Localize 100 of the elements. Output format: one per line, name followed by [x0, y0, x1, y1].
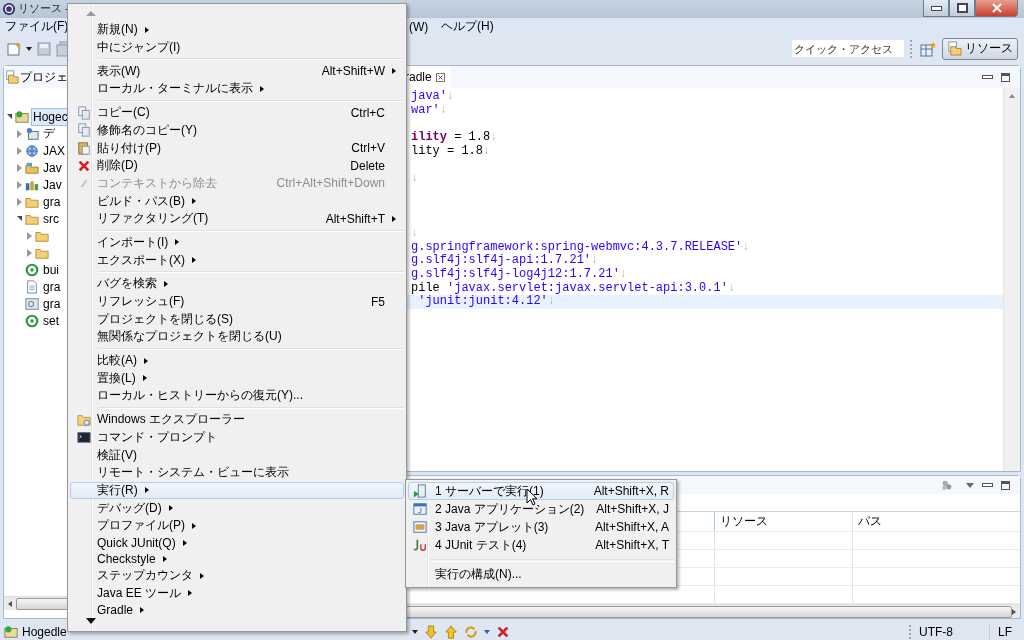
tree-item[interactable]: set	[41, 311, 61, 330]
menu-item[interactable]: リフレッシュ(F) F5	[70, 292, 404, 311]
project-icon	[4, 624, 18, 639]
close-icon[interactable]	[435, 72, 445, 82]
settings-file-icon	[25, 296, 39, 311]
menu-item[interactable]: 3 Java アプレット(3) Alt+Shift+X, A	[408, 518, 674, 536]
view-tab[interactable]: プロジェ	[20, 68, 68, 86]
menu-item[interactable]: 削除(D) Delete	[70, 156, 404, 175]
view-menu-icon[interactable]	[966, 482, 974, 488]
tree-item[interactable]: gra	[41, 277, 63, 296]
down-arrow-icon[interactable]	[424, 624, 438, 639]
tree-item[interactable]: デ	[41, 123, 57, 144]
code-line: ↓	[411, 225, 419, 240]
delete-icon	[77, 158, 91, 173]
menu-item[interactable]: コマンド・プロンプト	[70, 428, 404, 447]
menu-item[interactable]: ローカル・ヒストリーからの復元(Y)...	[70, 387, 404, 405]
menu-item[interactable]: 中にジャンプ(I)	[70, 38, 404, 57]
menu-item[interactable]: プロファイル(P)	[70, 516, 404, 535]
code-line: java'↓	[411, 89, 455, 103]
copy-icon	[77, 105, 91, 120]
menu-item[interactable]: 修飾名のコピー(Y)	[70, 121, 404, 140]
sync-icon[interactable]	[464, 624, 478, 639]
menu-item[interactable]: ステップカウンタ	[70, 566, 404, 585]
perspective-button[interactable]: リソース	[942, 37, 1018, 60]
menu-item[interactable]: Checkstyle	[70, 550, 404, 567]
package-folder-icon	[25, 160, 39, 175]
menu-item[interactable]: デバッグ(D)	[70, 499, 404, 517]
server-run-icon	[413, 484, 427, 498]
close-button[interactable]	[975, 0, 1018, 17]
tree-item[interactable]: gra	[41, 192, 63, 211]
maximize-view-icon[interactable]	[1001, 480, 1010, 490]
code-line: lity = 1.8↓	[411, 143, 491, 158]
menu-item[interactable]: 新規(N)	[70, 21, 404, 39]
maximize-view-icon[interactable]	[1001, 72, 1010, 82]
menu-item[interactable]: バグを検索	[70, 275, 404, 293]
restore-button[interactable]	[949, 0, 975, 17]
quick-access-field[interactable]: クイック・アクセス	[792, 40, 904, 57]
scroll-down-icon[interactable]	[86, 618, 96, 625]
ring-icon	[25, 313, 39, 328]
up-arrow-icon[interactable]	[444, 624, 458, 639]
menu-item[interactable]: プロジェクトを閉じる(S)	[70, 310, 404, 329]
menu-bar-item[interactable]: (W)	[409, 19, 441, 34]
menu-item[interactable]: 2 Java アプリケーション(2) Alt+Shift+X, J	[408, 500, 674, 518]
menu-item[interactable]: 貼り付け(P) Ctrl+V	[70, 139, 404, 157]
menu-item[interactable]: コピー(C) Ctrl+C	[70, 103, 404, 122]
column-header[interactable]: パス	[853, 512, 1020, 531]
delete-icon[interactable]	[496, 624, 510, 639]
menu-item[interactable]: リファクタリング(T) Alt+Shift+T	[70, 209, 404, 228]
menu-item[interactable]: 表示(W) Alt+Shift+W	[70, 62, 404, 81]
encoding-status: UTF-8	[909, 624, 989, 639]
line-delimiter-status: LF	[989, 624, 1024, 639]
menu-item[interactable]: 4 JUnit テスト(4) Alt+Shift+X, T	[408, 536, 674, 554]
menu-item[interactable]: 置換(L)	[70, 369, 404, 388]
terminal-icon	[77, 430, 91, 445]
java-application-icon	[413, 502, 427, 516]
app-icon	[2, 2, 16, 16]
vertical-scrollbar[interactable]	[1003, 88, 1020, 471]
menu-item[interactable]: 無関係なプロジェクトを閉じる(U)	[70, 328, 404, 346]
tree-item[interactable]: Hogec	[31, 107, 70, 126]
dropdown-icon[interactable]	[26, 46, 32, 51]
menu-item[interactable]: 検証(V)	[70, 446, 404, 464]
menu-item[interactable]: Gradle	[70, 602, 404, 619]
coins-icon[interactable]	[940, 478, 954, 492]
menu-item[interactable]: Quick JUnit(Q)	[70, 534, 404, 551]
code-line: pile 'javax.servlet:javax.servlet-api:3.0.1'↓	[411, 280, 736, 295]
code-line: ↓	[411, 171, 419, 186]
minimize-view-icon[interactable]	[982, 75, 993, 79]
file-icon	[25, 279, 39, 294]
menu-item[interactable]: Java EE ツール	[70, 584, 404, 603]
column-header[interactable]: リソース	[715, 512, 853, 531]
minimize-button[interactable]	[923, 0, 949, 17]
java-applet-icon	[413, 520, 427, 534]
menu-item[interactable]: Windows エクスプローラー	[70, 410, 404, 429]
tree-item[interactable]: Jav	[41, 175, 64, 194]
collapsed-arrow-icon[interactable]	[17, 129, 22, 138]
menu-item[interactable]: 実行の構成(N)...	[408, 565, 674, 583]
menu-item[interactable]: インポート(I)	[70, 233, 404, 252]
scroll-up-icon[interactable]	[86, 11, 96, 16]
tree-item[interactable]: JAX	[41, 141, 67, 160]
tree-item[interactable]: bui	[41, 260, 61, 279]
menu-item[interactable]: ビルド・パス(B)	[70, 192, 404, 210]
code-line: g.slf4j:slf4j-log4j12:1.7.21'↓	[411, 266, 628, 281]
close-icon	[991, 3, 1002, 13]
open-perspective-icon[interactable]	[920, 40, 936, 57]
junit-icon	[413, 538, 427, 552]
menu-item[interactable]: エクスポート(X)	[70, 251, 404, 269]
menu-item[interactable]: 実行(R)	[70, 481, 404, 500]
code-line: g.springframework:spring-webmvc:4.3.7.RELEASE'↓	[411, 239, 750, 254]
tree-item[interactable]: gra	[41, 294, 63, 313]
menu-bar-item[interactable]: ヘルプ(H)	[441, 18, 1024, 35]
window-title: リソース -	[18, 2, 69, 16]
minimize-view-icon[interactable]	[982, 483, 993, 487]
tree-item[interactable]: Jav	[41, 158, 64, 177]
tree-item[interactable]: src	[41, 209, 61, 228]
code-line: ility = 1.8↓	[411, 130, 498, 145]
menu-item[interactable]: ローカル・ターミナルに表示	[70, 80, 404, 98]
folder-search-icon	[77, 412, 91, 427]
dropdown-icon[interactable]	[412, 629, 418, 634]
menu-item[interactable]: 比較(A)	[70, 351, 404, 370]
menu-item[interactable]: リモート・システム・ビューに表示	[70, 463, 404, 482]
